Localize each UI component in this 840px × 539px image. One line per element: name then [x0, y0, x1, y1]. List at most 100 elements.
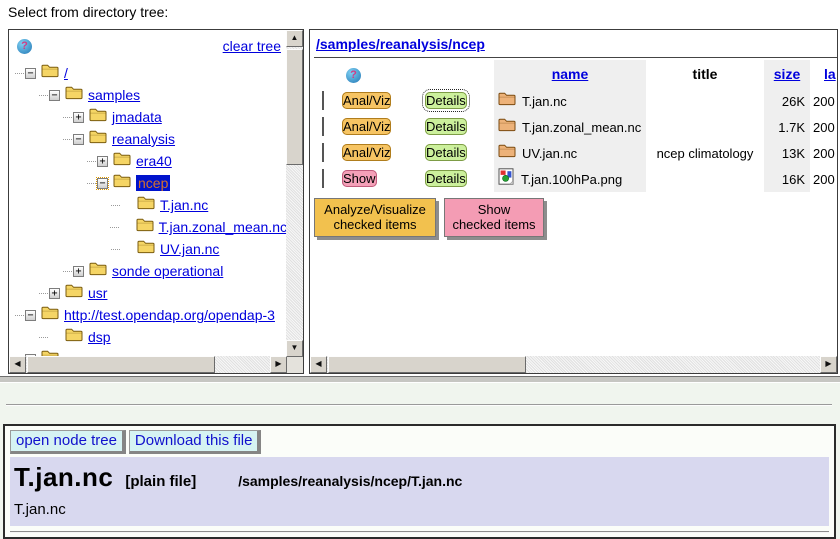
- listing-row: Anal/VizDetailsT.jan.nc26K200: [314, 88, 837, 114]
- tree-node: − reanalysis: [11, 128, 287, 150]
- analyze-button-line1: Analyze/Visualize: [315, 202, 435, 217]
- tree-collapse-icon[interactable]: −: [73, 134, 84, 145]
- column-header-size[interactable]: size: [764, 60, 810, 88]
- listing-row: ShowDetailsT.jan.100hPa.png16K200: [314, 166, 837, 192]
- tree-indent: [11, 117, 63, 118]
- tree-node-link[interactable]: T.jan.zonal_mean.nc: [159, 219, 287, 235]
- folder-icon: [498, 91, 516, 111]
- tree-node-link[interactable]: T.jan.nc: [160, 197, 208, 213]
- tree-node-link[interactable]: sonde operational: [112, 263, 223, 279]
- details-button[interactable]: Details: [425, 92, 467, 109]
- file-description: T.jan.nc: [14, 501, 825, 518]
- folder-icon: [137, 195, 155, 215]
- tree-node-link[interactable]: usr: [88, 285, 107, 301]
- row-checkbox[interactable]: [322, 91, 324, 110]
- listing-rows: Anal/VizDetailsT.jan.nc26K200Anal/VizDet…: [314, 88, 837, 192]
- tree-indent: [11, 139, 63, 140]
- tree-collapse-icon[interactable]: −: [97, 178, 108, 189]
- clear-tree-link[interactable]: clear tree: [223, 38, 281, 54]
- tree-node-link[interactable]: samples: [88, 87, 140, 103]
- listing-horizontal-scrollbar[interactable]: ◀ ▶: [310, 356, 837, 373]
- tree-expand-icon[interactable]: +: [49, 288, 60, 299]
- frameset-divider[interactable]: [0, 376, 840, 383]
- anal-viz-button[interactable]: Anal/Viz: [342, 92, 391, 109]
- help-icon[interactable]: ?: [17, 39, 32, 54]
- tree-indent: [11, 293, 39, 294]
- tree-collapse-icon[interactable]: −: [25, 310, 36, 321]
- tree-connector: [39, 293, 48, 294]
- file-last-modified: 200: [810, 146, 837, 161]
- column-header-last-modified[interactable]: la: [810, 66, 837, 82]
- image-file-icon: [498, 168, 515, 190]
- open-node-tree-button[interactable]: open node tree: [10, 430, 126, 454]
- download-file-button[interactable]: Download this file: [129, 430, 262, 454]
- column-header-name[interactable]: name: [494, 60, 646, 88]
- tree-node-link[interactable]: ncep: [136, 175, 170, 191]
- anal-viz-button[interactable]: Anal/Viz: [342, 144, 391, 161]
- tree-node-link[interactable]: era40: [136, 153, 172, 169]
- scroll-left-icon[interactable]: ◀: [310, 356, 327, 373]
- show-button-line1: Show: [445, 202, 543, 217]
- file-size: 1.7K: [764, 114, 810, 140]
- tree-node-link[interactable]: jmadata: [112, 109, 162, 125]
- details-button[interactable]: Details: [425, 170, 467, 187]
- tree-node-link[interactable]: /: [64, 65, 68, 81]
- tree-indent: [11, 205, 111, 206]
- directory-tree-frame: ? clear tree −/−samples+jmadata−reanalys…: [8, 29, 304, 374]
- tree-connector: [39, 95, 48, 96]
- file-summary-block: T.jan.nc[plain file]/samples/reanalysis/…: [10, 457, 829, 526]
- file-last-modified: 200: [810, 94, 837, 109]
- tree-indent: [11, 95, 39, 96]
- listing-row: Anal/VizDetailsT.jan.zonal_mean.nc1.7K20…: [314, 114, 837, 140]
- tree-horizontal-scrollbar[interactable]: ◀ ▶: [9, 356, 287, 373]
- tree-node-link[interactable]: dsp: [88, 329, 111, 345]
- tree-expand-icon[interactable]: +: [73, 266, 84, 277]
- details-button[interactable]: Details: [425, 144, 467, 161]
- tree-expand-icon[interactable]: +: [73, 112, 84, 123]
- scroll-right-icon[interactable]: ▶: [270, 356, 287, 373]
- anal-viz-button[interactable]: Anal/Viz: [342, 118, 391, 135]
- tree-collapse-icon[interactable]: −: [49, 90, 60, 101]
- show-button[interactable]: Show: [342, 170, 377, 187]
- tree-node: T.jan.zonal_mean.nc: [11, 216, 287, 238]
- tree-node-link[interactable]: reanalysis: [112, 131, 175, 147]
- tree-hscroll-thumb[interactable]: [27, 356, 215, 373]
- tree-node-link[interactable]: UV.jan.nc: [160, 241, 219, 257]
- action-cell: Anal/Viz: [340, 118, 418, 136]
- row-checkbox[interactable]: [322, 169, 324, 188]
- tree-node-list: −/−samples+jmadata−reanalysis+era40−ncep…: [11, 62, 287, 357]
- tree-expand-icon[interactable]: +: [97, 156, 108, 167]
- file-title: ncep climatology: [646, 146, 764, 161]
- name-cell: T.jan.zonal_mean.nc: [494, 114, 646, 140]
- tree-indent: [11, 183, 87, 184]
- scrollbar-corner: [287, 357, 303, 373]
- details-cell: Details: [418, 92, 494, 110]
- checkbox-cell: [314, 92, 340, 110]
- tree-vscroll-thumb[interactable]: [286, 49, 303, 165]
- show-checked-button[interactable]: Show checked items: [444, 198, 544, 237]
- tree-node-link[interactable]: http://test.opendap.org/opendap-3: [64, 307, 275, 323]
- current-path-link[interactable]: /samples/reanalysis/ncep: [316, 36, 485, 52]
- tree-connector: [63, 117, 72, 118]
- scroll-left-icon[interactable]: ◀: [9, 356, 26, 373]
- details-button[interactable]: Details: [425, 118, 467, 135]
- folder-icon: [89, 107, 107, 127]
- analyze-visualize-checked-button[interactable]: Analyze/Visualize checked items: [314, 198, 436, 237]
- column-header-title: title: [646, 66, 764, 82]
- tree-indent: [11, 161, 87, 162]
- scroll-up-icon[interactable]: ▲: [286, 30, 303, 47]
- tree-vertical-scrollbar[interactable]: ▲ ▼: [286, 30, 303, 357]
- listing-header-row: ? name title size la: [314, 60, 837, 88]
- file-kind-label: [plain file]: [125, 473, 196, 490]
- scroll-down-icon[interactable]: ▼: [286, 340, 303, 357]
- row-checkbox[interactable]: [322, 143, 324, 162]
- help-icon[interactable]: ?: [346, 68, 361, 83]
- row-checkbox[interactable]: [322, 117, 324, 136]
- tree-node: dsp: [11, 326, 287, 348]
- listing-hscroll-thumb[interactable]: [328, 356, 526, 373]
- details-cell: Details: [418, 144, 494, 162]
- file-detail-panel: open node treeDownload this file T.jan.n…: [3, 424, 836, 539]
- tree-collapse-icon[interactable]: −: [25, 68, 36, 79]
- horizontal-rule: [6, 404, 832, 406]
- scroll-right-icon[interactable]: ▶: [820, 356, 837, 373]
